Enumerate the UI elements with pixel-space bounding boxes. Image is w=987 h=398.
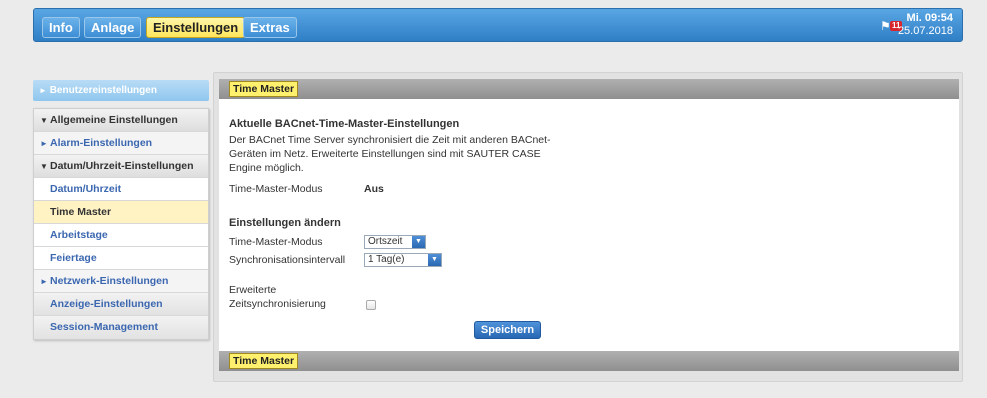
chevron-right-icon: ►	[40, 139, 48, 148]
panel-footer-label: Time Master	[229, 353, 299, 369]
sidebar-item-label: Allgemeine Einstellungen	[50, 114, 178, 126]
description-line-3: Engine möglich.	[229, 162, 304, 174]
panel-header: Time Master	[219, 79, 959, 99]
clock-date: 25.07.2018	[897, 25, 953, 37]
sidebar-item-time-master[interactable]: Time Master	[34, 201, 208, 224]
content-panel: Time Master Aktuelle BACnet-Time-Master-…	[213, 72, 963, 382]
chevron-down-icon: ▼	[428, 254, 441, 266]
chevron-down-icon: ▼	[40, 116, 48, 125]
interval-select-value: 1 Tag(e)	[368, 254, 405, 265]
clock: Mi. 09:54 25.07.2018	[898, 12, 953, 38]
interval-select[interactable]: 1 Tag(e) ▼	[364, 253, 442, 267]
section-title: Aktuelle BACnet-Time-Master-Einstellunge…	[229, 118, 460, 130]
sidebar-group-datum-uhrzeit-einstellungen[interactable]: ▼ Datum/Uhrzeit-Einstellungen	[34, 155, 208, 178]
chevron-right-icon: ►	[39, 86, 47, 95]
sidebar-item-feiertage[interactable]: Feiertage	[34, 247, 208, 270]
sidebar-item-label: Benutzereinstellungen	[49, 85, 157, 96]
clock-time: Mi. 09:54	[906, 12, 953, 24]
sidebar-item-label: Alarm-Einstellungen	[50, 137, 153, 149]
sidebar-menu: ▼ Allgemeine Einstellungen ► Alarm-Einstel…	[33, 108, 209, 340]
chevron-down-icon: ▼	[412, 236, 425, 248]
extended-sync-label-line-1: Erweiterte	[229, 284, 277, 296]
chevron-right-icon: ►	[40, 277, 48, 286]
extended-sync-label-line-2: Zeitsynchronisierung	[229, 298, 326, 310]
sidebar-item-alarm-einstellungen[interactable]: ► Alarm-Einstellungen	[34, 132, 208, 155]
sidebar-item-datum-uhrzeit[interactable]: Datum/Uhrzeit	[34, 178, 208, 201]
mode-select-value: Ortszeit	[368, 236, 403, 247]
sidebar-item-benutzereinstellungen[interactable]: ► Benutzereinstellungen	[33, 80, 209, 101]
save-button[interactable]: Speichern	[474, 321, 541, 339]
sidebar-item-label: Netzwerk-Einstellungen	[50, 275, 169, 287]
sidebar-item-label: Datum/Uhrzeit-Einstellungen	[50, 160, 194, 172]
chevron-down-icon: ▼	[40, 162, 48, 171]
description-line-1: Der BACnet Time Server synchronisiert di…	[229, 134, 551, 146]
description-line-2: Geräten im Netz. Erweiterte Einstellunge…	[229, 148, 541, 160]
sidebar-item-netzwerk-einstellungen[interactable]: ► Netzwerk-Einstellungen	[34, 270, 208, 293]
panel-header-label: Time Master	[229, 81, 299, 97]
sidebar-group-allgemeine-einstellungen[interactable]: ▼ Allgemeine Einstellungen	[34, 109, 208, 132]
mode-select[interactable]: Ortszeit ▼	[364, 235, 426, 249]
current-mode-value: Aus	[364, 183, 384, 195]
tab-anlage[interactable]: Anlage	[84, 17, 142, 38]
sidebar-item-session-management[interactable]: Session-Management	[34, 316, 208, 339]
panel-body: Aktuelle BACnet-Time-Master-Einstellunge…	[219, 99, 959, 351]
current-mode-label: Time-Master-Modus	[229, 183, 323, 195]
mode-label: Time-Master-Modus	[229, 236, 323, 248]
sidebar-item-anzeige-einstellungen[interactable]: Anzeige-Einstellungen	[34, 293, 208, 316]
top-nav-bar: Info Anlage Einstellungen Extras ⚑ 11 Mi…	[33, 8, 963, 42]
tab-einstellungen[interactable]: Einstellungen	[146, 17, 246, 38]
extended-sync-checkbox[interactable]	[366, 300, 376, 310]
change-settings-title: Einstellungen ändern	[229, 217, 341, 229]
panel-footer: Time Master	[219, 351, 959, 371]
tab-extras[interactable]: Extras	[243, 17, 297, 38]
tab-info[interactable]: Info	[42, 17, 80, 38]
sidebar-item-arbeitstage[interactable]: Arbeitstage	[34, 224, 208, 247]
interval-label: Synchronisationsintervall	[229, 254, 346, 266]
